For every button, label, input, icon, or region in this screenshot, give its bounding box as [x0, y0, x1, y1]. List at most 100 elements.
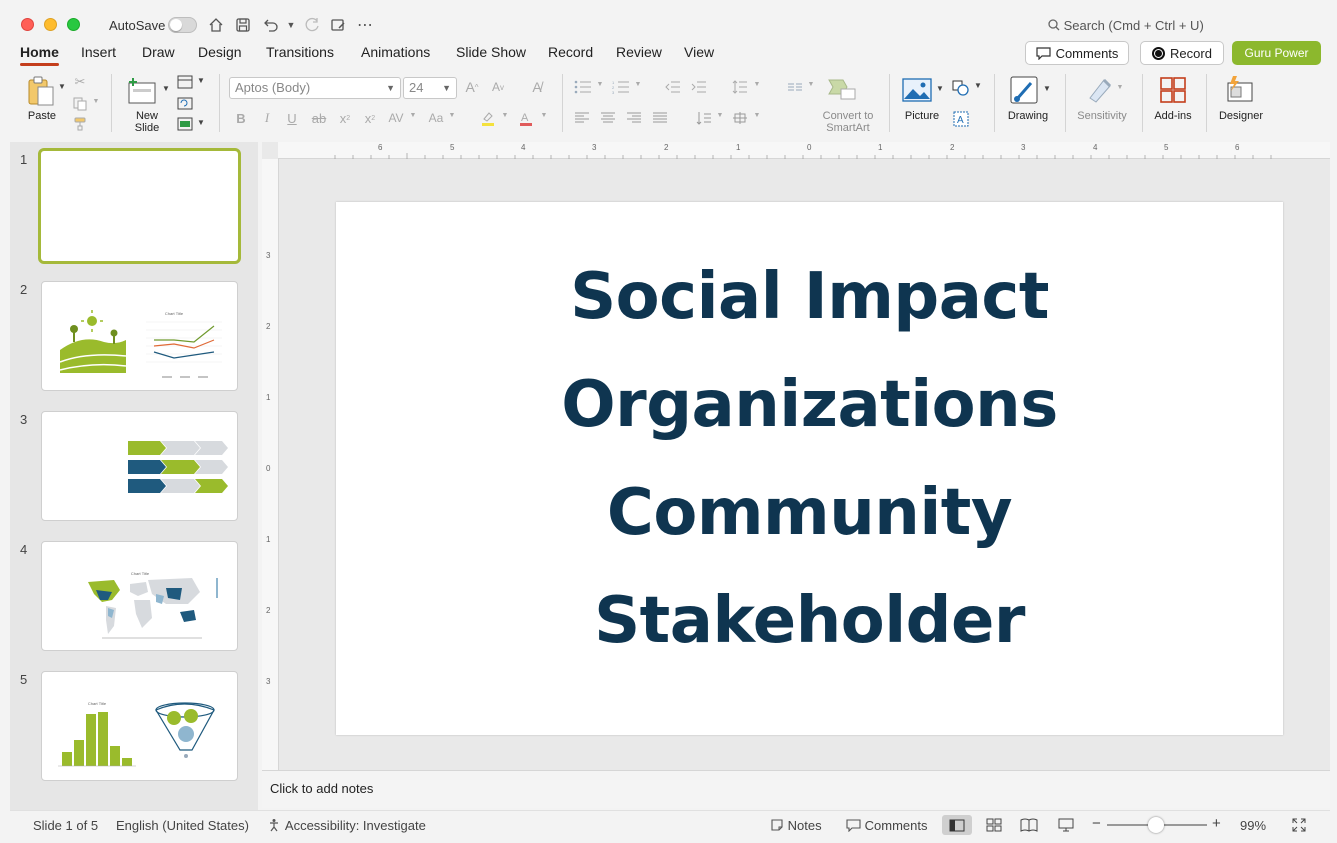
slide-title-line-3[interactable]: Community — [336, 476, 1283, 550]
notes-toggle-button[interactable]: Notes — [770, 818, 822, 833]
strikethrough-icon: ab — [311, 110, 327, 126]
thumb-4-world-map: Chart Title — [88, 571, 218, 639]
comments-toggle-button[interactable]: Comments — [846, 818, 927, 833]
new-slide-icon[interactable] — [126, 76, 158, 106]
ribbon-separator — [889, 74, 890, 132]
slide-title-line-2[interactable]: Organizations — [336, 368, 1283, 442]
current-slide-canvas[interactable]: Social Impact Organizations Community St… — [336, 202, 1283, 735]
bullets-chevron-icon: ▼ — [596, 81, 604, 88]
tab-view[interactable]: View — [684, 44, 714, 60]
shapes-dropdown-chevron-icon[interactable]: ▼ — [973, 81, 983, 90]
drawing-label: Drawing — [1007, 110, 1049, 122]
tab-transitions[interactable]: Transitions — [266, 44, 334, 60]
tab-slide-show[interactable]: Slide Show — [456, 44, 526, 60]
minimize-window-button[interactable] — [44, 18, 57, 31]
tab-animations[interactable]: Animations — [361, 44, 430, 60]
autosave-toggle[interactable] — [168, 17, 197, 33]
tab-review[interactable]: Review — [616, 44, 662, 60]
highlight-chevron-icon: ▼ — [501, 112, 509, 119]
picture-dropdown-chevron-icon[interactable]: ▼ — [935, 84, 945, 93]
fit-to-window-button[interactable] — [1284, 815, 1314, 835]
ribbon-separator — [1065, 74, 1066, 132]
home-icon[interactable] — [206, 15, 226, 35]
close-window-button[interactable] — [21, 18, 34, 31]
reset-slide-icon[interactable] — [176, 95, 194, 111]
tab-insert[interactable]: Insert — [81, 44, 116, 60]
slide-show-view-button[interactable] — [1051, 815, 1081, 835]
tab-draw[interactable]: Draw — [142, 44, 175, 60]
zoom-window-button[interactable] — [67, 18, 80, 31]
tab-record[interactable]: Record — [548, 44, 593, 60]
zoom-slider-handle[interactable] — [1148, 817, 1164, 833]
layout-icon[interactable] — [176, 74, 194, 90]
paste-label: Paste — [27, 110, 57, 122]
more-options-icon[interactable]: ⋯ — [355, 15, 375, 35]
search-field[interactable]: Search (Cmd + Ctrl + U) — [1048, 18, 1204, 33]
slide-thumbnail-4[interactable]: Chart Title — [41, 541, 238, 651]
zoom-level[interactable]: 99% — [1240, 818, 1266, 833]
ribbon-home: ▼ Paste ✂ ▼ ▼ New Slide ▼ ▼ Aptos (Body)… — [0, 68, 1337, 140]
drawing-icon[interactable] — [1008, 74, 1040, 106]
character-spacing-icon: AV — [388, 111, 404, 125]
highlight-color-icon[interactable] — [479, 109, 497, 127]
reading-view-button[interactable] — [1014, 815, 1044, 835]
slide-count: Slide 1 of 5 — [33, 818, 99, 833]
drawing-dropdown-chevron-icon[interactable]: ▼ — [1042, 84, 1052, 93]
language-status[interactable]: English (United States) — [116, 818, 249, 833]
font-color-icon[interactable]: A — [517, 109, 535, 127]
bullets-icon — [573, 79, 593, 95]
designer-icon[interactable] — [1224, 74, 1256, 106]
add-ins-icon[interactable] — [1158, 75, 1188, 105]
slide-title-line-4[interactable]: Stakeholder — [336, 584, 1283, 658]
notes-pane[interactable]: Click to add notes — [262, 770, 1330, 808]
slide-thumbnail-3[interactable] — [41, 411, 238, 521]
ruler-tick-label: 1 — [266, 393, 271, 402]
tab-home[interactable]: Home — [20, 44, 59, 66]
format-painter-icon[interactable] — [72, 116, 88, 132]
font-name-dropdown[interactable]: Aptos (Body) ▼ — [229, 77, 401, 99]
comments-button-label: Comments — [1055, 45, 1119, 61]
zoom-out-button[interactable]: − — [1092, 815, 1101, 832]
record-button[interactable]: Record — [1140, 41, 1224, 65]
slide-thumbnail-1[interactable] — [38, 148, 241, 264]
slide-title-line-1[interactable]: Social Impact — [336, 260, 1283, 334]
slide-thumbnail-2[interactable]: Chart Title — [41, 281, 238, 391]
tab-design[interactable]: Design — [198, 44, 242, 60]
ruler-tick-label: 1 — [266, 535, 271, 544]
picture-icon[interactable] — [900, 76, 934, 104]
ribbon-separator — [994, 74, 995, 132]
layout-dropdown-chevron-icon[interactable]: ▼ — [196, 76, 206, 85]
zoom-in-button[interactable]: + — [1212, 815, 1221, 832]
text-box-icon[interactable]: A — [951, 110, 971, 128]
present-from-current-icon[interactable] — [328, 15, 348, 35]
notes-toggle-label: Notes — [787, 818, 822, 833]
comments-button[interactable]: Comments — [1025, 41, 1129, 65]
increase-font-size-icon: A ^ — [465, 79, 479, 95]
undo-dropdown-chevron-icon[interactable]: ▼ — [281, 15, 301, 35]
new-slide-label-line1: New — [135, 110, 158, 122]
columns-icon — [786, 79, 804, 95]
new-slide-dropdown-chevron-icon[interactable]: ▼ — [161, 84, 171, 93]
font-color-chevron-icon: ▼ — [540, 112, 548, 119]
section-dropdown-chevron-icon[interactable]: ▼ — [196, 118, 206, 127]
paste-icon[interactable] — [25, 74, 57, 108]
copy-dropdown-chevron-icon: ▼ — [92, 98, 100, 105]
ribbon-separator — [1142, 74, 1143, 132]
section-icon[interactable] — [176, 116, 194, 132]
font-size-dropdown[interactable]: 24 ▼ — [403, 77, 457, 99]
guru-power-button[interactable]: Guru Power — [1232, 41, 1321, 65]
slide-sorter-view-button[interactable] — [979, 815, 1009, 835]
accessibility-label: Accessibility: Investigate — [284, 818, 426, 833]
undo-icon[interactable] — [261, 15, 281, 35]
convert-smartart-label-line1: Convert to — [822, 110, 874, 122]
align-text-chevron-icon: ▼ — [753, 112, 761, 119]
shapes-icon[interactable] — [951, 79, 971, 97]
save-icon[interactable] — [233, 15, 253, 35]
notes-placeholder: Click to add notes — [270, 781, 374, 796]
paste-dropdown-chevron-icon[interactable]: ▼ — [57, 82, 67, 91]
slide-thumbnail-5[interactable]: Chart Title — [41, 671, 238, 781]
normal-view-button[interactable] — [942, 815, 972, 835]
thumb-5-chart-title: Chart Title — [88, 701, 107, 706]
search-placeholder: Search (Cmd + Ctrl + U) — [1063, 18, 1204, 33]
accessibility-status[interactable]: Accessibility: Investigate — [268, 818, 426, 833]
